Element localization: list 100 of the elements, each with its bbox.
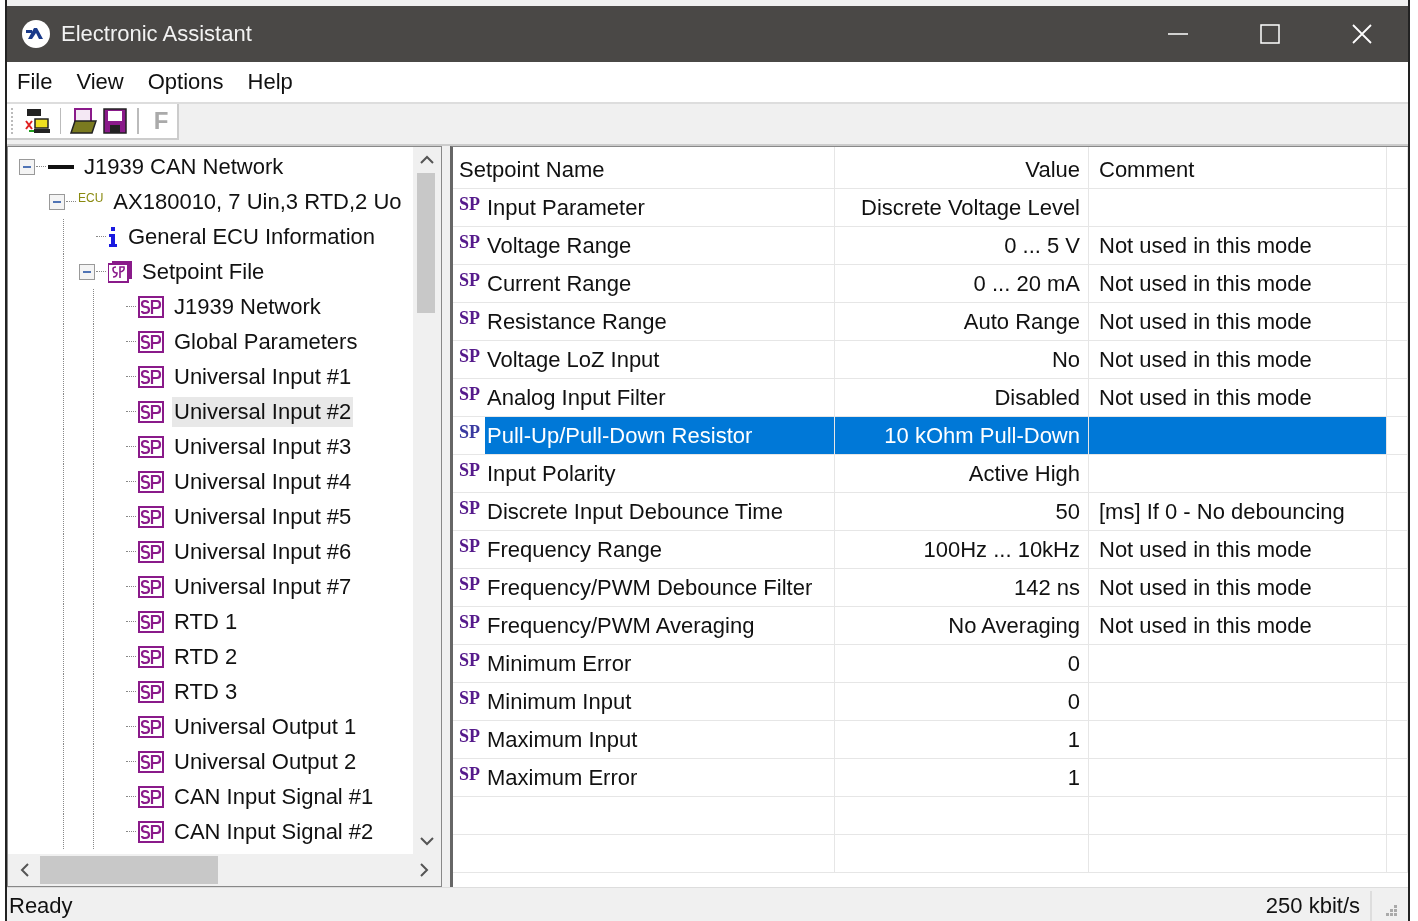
- app-logo-icon: [21, 19, 51, 49]
- setpoint-marker: SP: [459, 536, 481, 557]
- tree-item[interactable]: AX180010, 7 Uin,3 RTD,2 Uo: [111, 186, 404, 217]
- menu-item[interactable]: View: [74, 69, 124, 95]
- table-cell: No Averaging: [835, 607, 1089, 645]
- tree-item[interactable]: Universal Output 1: [172, 711, 359, 742]
- scroll-left-icon[interactable]: [18, 861, 32, 879]
- menu-item[interactable]: Options: [145, 69, 224, 95]
- table-cell: 100Hz ... 10kHz: [835, 531, 1089, 569]
- table-row[interactable]: SP Frequency/PWM Debounce Filter 142 ns Not used in this mode: [453, 569, 1408, 607]
- table-cell: Discrete Voltage Level: [835, 189, 1089, 227]
- setpoint-icon: [138, 680, 164, 703]
- close-icon: [1351, 23, 1373, 45]
- table-row[interactable]: SP Resistance Range Auto Range Not used in this mode: [453, 303, 1408, 341]
- table-cell: 50: [835, 493, 1089, 531]
- tree-item[interactable]: General ECU Information: [126, 221, 377, 252]
- table-cell-text: Minimum Input: [487, 687, 633, 716]
- tree-item[interactable]: Universal Input #3: [172, 431, 354, 462]
- setpoint-icon: [138, 540, 164, 563]
- open-file-button[interactable]: [69, 105, 98, 137]
- table-row[interactable]: SP Voltage LoZ Input No Not used in this mode: [453, 341, 1408, 379]
- minimize-icon: [1167, 33, 1189, 35]
- tree-item[interactable]: Universal Input #4: [172, 466, 354, 497]
- setpoint-icon: [138, 820, 164, 843]
- column-header[interactable]: Comment: [1089, 147, 1387, 189]
- setpoint-icon: [138, 645, 164, 668]
- table-row[interactable]: SP Input Polarity Active High: [453, 455, 1408, 493]
- tree-item[interactable]: CAN Input Signal #2: [172, 816, 376, 847]
- setpoint-marker: SP: [459, 232, 481, 253]
- table-cell: Not used in this mode: [1099, 308, 1312, 335]
- table-row[interactable]: SP Input Parameter Discrete Voltage Level: [453, 189, 1408, 227]
- setpoint-marker: SP: [459, 612, 481, 633]
- setpoint-marker: SP: [459, 764, 481, 785]
- table-cell: No: [835, 341, 1089, 379]
- setpoint-marker: SP: [459, 574, 481, 595]
- collapse-toggle[interactable]: [48, 192, 66, 211]
- bitrate-indicator: 250 kbit/s: [1265, 891, 1372, 921]
- tree-item[interactable]: RTD 2: [172, 641, 240, 672]
- maximize-icon: [1259, 23, 1281, 45]
- setpoint-icon: [138, 785, 164, 808]
- tree-item[interactable]: Universal Output 2: [172, 746, 359, 777]
- scrollbar-thumb[interactable]: [417, 173, 435, 313]
- setpoint-marker: SP: [459, 194, 481, 215]
- vertical-scrollbar[interactable]: [413, 147, 441, 854]
- setpoint-marker: SP: [459, 650, 481, 671]
- setpoint-marker: SP: [459, 308, 481, 329]
- setpoint-icon: [138, 505, 164, 528]
- setpoint-marker: SP: [459, 270, 481, 291]
- table-row[interactable]: SP Maximum Error 1: [453, 759, 1408, 797]
- tree-item[interactable]: J1939 CAN Network: [82, 151, 286, 182]
- table-row[interactable]: SP Current Range 0 ... 20 mA Not used in this mode: [453, 265, 1408, 303]
- tree-item[interactable]: Setpoint File: [140, 256, 267, 287]
- table-row[interactable]: SP Frequency/PWM Averaging No Averaging Not used in this mode: [453, 607, 1408, 645]
- table-cell: 0 ... 5 V: [835, 227, 1089, 265]
- table-row[interactable]: SP Voltage Range 0 ... 5 V Not used in this mode: [453, 227, 1408, 265]
- setpoint-icon: [138, 330, 164, 353]
- setpoint-marker: SP: [459, 384, 481, 405]
- table-row[interactable]: SP Minimum Error 0: [453, 645, 1408, 683]
- tree-item[interactable]: Universal Input #6: [172, 536, 354, 567]
- tree-item[interactable]: J1939 Network: [172, 291, 323, 322]
- setpoint-icon: [138, 400, 164, 423]
- table-row[interactable]: SP Maximum Input 1: [453, 721, 1408, 759]
- column-header[interactable]: Value: [835, 147, 1089, 189]
- save-file-button[interactable]: [101, 105, 130, 137]
- tree-item[interactable]: CAN Input Signal #1: [172, 781, 376, 812]
- table-cell-text: Frequency Range: [487, 535, 663, 564]
- table-cell: Auto Range: [835, 303, 1089, 341]
- table-row[interactable]: SP Frequency Range 100Hz ... 10kHz Not used in this mode: [453, 531, 1408, 569]
- table-row[interactable]: SP Minimum Input 0: [453, 683, 1408, 721]
- setpoint-file-icon: [108, 260, 132, 283]
- table-cell: Not used in this mode: [1099, 270, 1312, 297]
- collapse-toggle[interactable]: [18, 157, 36, 176]
- table-row[interactable]: SP Discrete Input Debounce Time 50 [ms] If 0 - No debouncing: [453, 493, 1408, 531]
- tree-item[interactable]: RTD 1: [172, 606, 240, 637]
- menu-item[interactable]: Help: [245, 69, 293, 95]
- table-cell: Not used in this mode: [1099, 346, 1312, 373]
- table-cell-text: Frequency/PWM Debounce Filter: [487, 573, 814, 602]
- tree-item[interactable]: Universal Input #1: [172, 361, 354, 392]
- scroll-down-icon[interactable]: [418, 834, 436, 848]
- window-title: Electronic Assistant: [61, 21, 252, 47]
- tree-item[interactable]: Global Parameters: [172, 326, 360, 357]
- horizontal-scrollbar[interactable]: [8, 854, 441, 886]
- column-header[interactable]: Setpoint Name: [453, 147, 835, 189]
- tree-item[interactable]: Universal Input #2: [172, 396, 354, 427]
- table-cell: 0: [835, 645, 1089, 683]
- table-row[interactable]: SP Pull-Up/Pull-Down Resistor 10 kOhm Pull-Down: [453, 417, 1408, 455]
- table-cell-text: Voltage Range: [487, 231, 633, 260]
- tree-item[interactable]: Universal Input #7: [172, 571, 354, 602]
- collapse-toggle[interactable]: [78, 262, 96, 281]
- menu-item[interactable]: File: [15, 69, 53, 95]
- setpoint-marker: SP: [459, 498, 481, 519]
- tree-item[interactable]: Universal Input #5: [172, 501, 354, 532]
- scrollbar-thumb[interactable]: [40, 856, 218, 884]
- scroll-right-icon[interactable]: [417, 861, 431, 879]
- table-cell: 1: [835, 759, 1089, 797]
- tree-item[interactable]: RTD 3: [172, 676, 240, 707]
- setpoint-icon: [138, 715, 164, 738]
- setpoint-marker: SP: [459, 422, 481, 443]
- setpoint-icon: [138, 575, 164, 598]
- table-cell: 0: [835, 683, 1089, 721]
